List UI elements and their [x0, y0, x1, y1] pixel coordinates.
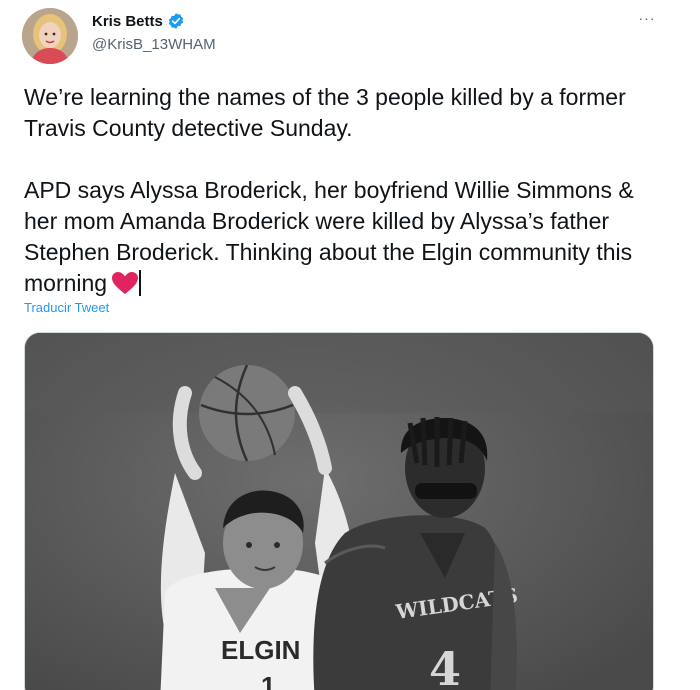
red-heart-icon — [111, 271, 139, 295]
author-handle[interactable]: @KrisB_13WHAM — [92, 36, 216, 53]
tweet-card: Kris Betts @KrisB_13WHAM ··· We’re learn… — [0, 0, 700, 690]
tweet-paragraph-2: APD says Alyssa Broderick, her boyfriend… — [24, 175, 664, 299]
photo-content: ELGIN 1 WILDCATS 4 — [25, 333, 653, 690]
avatar-image — [22, 8, 78, 64]
verified-badge-icon — [167, 12, 185, 30]
jersey-right-number: 4 — [429, 642, 461, 690]
tweet-photo[interactable]: ELGIN 1 WILDCATS 4 — [24, 332, 654, 690]
display-name[interactable]: Kris Betts — [92, 13, 163, 30]
author-name-row[interactable]: Kris Betts — [92, 12, 185, 30]
tweet-text: We’re learning the names of the 3 people… — [24, 82, 664, 299]
more-options-icon[interactable]: ··· — [636, 10, 658, 26]
tweet-paragraph-1: We’re learning the names of the 3 people… — [24, 84, 626, 141]
text-cursor — [139, 270, 142, 296]
jersey-left-text: ELGIN — [221, 635, 300, 665]
jersey-left-number: 1 — [261, 671, 275, 690]
avatar[interactable] — [22, 8, 78, 64]
translate-tweet-link[interactable]: Traducir Tweet — [24, 300, 109, 315]
